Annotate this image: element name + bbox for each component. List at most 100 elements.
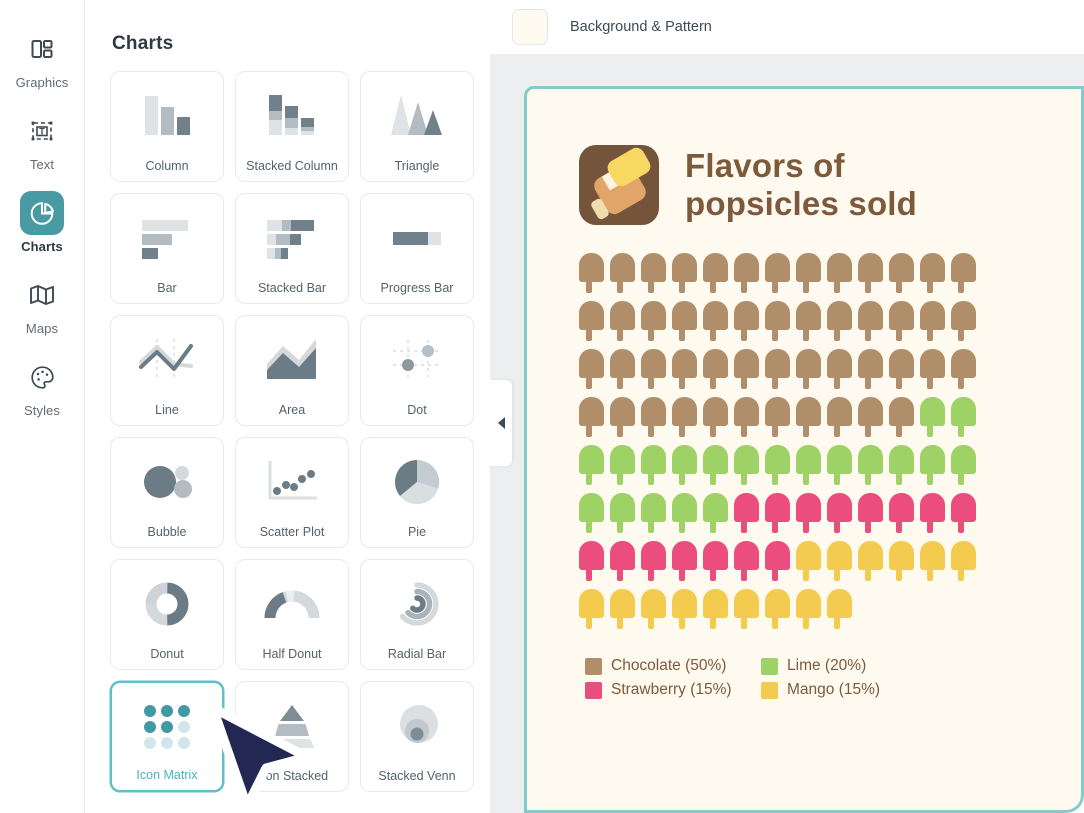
chart-tile-stacked-bar[interactable]: Stacked Bar [235, 193, 349, 304]
chart-tile-icon-stacked[interactable]: Icon Stacked [235, 681, 349, 792]
popsicle-icon [579, 589, 604, 629]
popsicle-icon [796, 589, 821, 629]
popsicle-icon [796, 445, 821, 485]
chart-tile-half-donut[interactable]: Half Donut [235, 559, 349, 670]
popsicle-icon [672, 493, 697, 533]
popsicle-icon [951, 397, 976, 437]
popsicle-icon [641, 493, 666, 533]
legend-swatch [585, 681, 602, 699]
legend-item: Strawberry (15%) [585, 681, 745, 699]
popsicle-icon [734, 541, 759, 581]
stacked-column-chart-icon [236, 72, 348, 160]
sidebar-item-charts[interactable]: Charts [0, 191, 85, 254]
popsicle-icon [765, 589, 790, 629]
chart-tile-label: Progress Bar [380, 280, 454, 295]
popsicle-icon [610, 349, 635, 389]
sidebar-item-label: Maps [25, 321, 59, 336]
popsicle-icon [951, 445, 976, 485]
palette-icon [20, 355, 64, 399]
popsicle-icon [672, 301, 697, 341]
popsicle-icon [765, 445, 790, 485]
popsicle-icon [734, 493, 759, 533]
popsicle-icon [672, 253, 697, 293]
chart-tile-column[interactable]: Column [110, 71, 224, 182]
poster-header: Flavors of popsicles sold [579, 145, 1081, 225]
chart-tile-area[interactable]: Area [235, 315, 349, 426]
popsicle-icon [610, 493, 635, 533]
scatter-plot-chart-icon [236, 438, 348, 526]
left-nav-rail: Graphics T Text Charts Maps Styles [0, 0, 85, 813]
chart-tile-bubble[interactable]: Bubble [110, 437, 224, 548]
radial-bar-chart-icon [361, 560, 473, 648]
popsicle-icon [641, 589, 666, 629]
poster-canvas[interactable]: Flavors of popsicles sold Chocolate (50%)… [524, 86, 1084, 813]
chart-tile-label: Icon Stacked [255, 768, 329, 783]
popsicle-icon [858, 445, 883, 485]
popsicle-icon [858, 493, 883, 533]
legend-swatch [585, 657, 602, 675]
chart-tile-progress-bar[interactable]: Progress Bar [360, 193, 474, 304]
popsicle-icon [703, 349, 728, 389]
chart-tile-donut[interactable]: Donut [110, 559, 224, 670]
chart-tile-label: Area [278, 402, 306, 417]
graphics-icon [20, 27, 64, 71]
popsicle-icon [703, 493, 728, 533]
sidebar-item-styles[interactable]: Styles [0, 355, 85, 418]
sidebar-item-text[interactable]: T Text [0, 109, 85, 172]
background-color-swatch[interactable] [512, 9, 548, 45]
charts-pie-icon [20, 191, 64, 235]
popsicle-icon [610, 397, 635, 437]
chart-tile-bar[interactable]: Bar [110, 193, 224, 304]
page-title: Charts [112, 33, 174, 54]
popsicle-icon [610, 253, 635, 293]
popsicle-icon [703, 253, 728, 293]
panel-collapse-handle[interactable] [490, 380, 512, 466]
chart-tile-stacked-column[interactable]: Stacked Column [235, 71, 349, 182]
chart-tile-label: Donut [150, 646, 184, 661]
popsicle-icon [858, 253, 883, 293]
chart-tile-label: Column [145, 158, 189, 173]
popsicle-icon [734, 445, 759, 485]
chart-tile-line[interactable]: Line [110, 315, 224, 426]
sidebar-item-label: Text [29, 157, 55, 172]
popsicle-icon [765, 301, 790, 341]
popsicle-icon [579, 493, 604, 533]
popsicle-icon [734, 253, 759, 293]
popsicle-icon [641, 541, 666, 581]
popsicle-icon [672, 349, 697, 389]
popsicle-icon [610, 301, 635, 341]
chart-tile-label: Line [155, 402, 179, 417]
chart-tile-dot[interactable]: Dot [360, 315, 474, 426]
legend-swatch [761, 657, 778, 675]
popsicle-icon [641, 301, 666, 341]
svg-text:T: T [39, 126, 45, 136]
legend-swatch [761, 681, 778, 699]
sidebar-item-label: Styles [23, 403, 60, 418]
popsicle-icon [889, 253, 914, 293]
chart-tile-scatter-plot[interactable]: Scatter Plot [235, 437, 349, 548]
chart-tile-stacked-venn[interactable]: Stacked Venn [360, 681, 474, 792]
chart-tile-label: Radial Bar [387, 646, 447, 661]
progress-bar-chart-icon [361, 194, 473, 282]
chart-tile-triangle[interactable]: Triangle [360, 71, 474, 182]
legend-item: Mango (15%) [761, 681, 915, 699]
popsicle-icon [734, 301, 759, 341]
stacked-bar-chart-icon [236, 194, 348, 282]
chart-tile-pie[interactable]: Pie [360, 437, 474, 548]
chart-tile-icon-matrix[interactable]: Icon Matrix [110, 681, 224, 792]
chart-tile-label: Icon Matrix [136, 767, 198, 782]
chart-legend: Chocolate (50%) Lime (20%) Strawberry (15%… [585, 657, 915, 699]
popsicle-icon [703, 541, 728, 581]
chart-tile-radial-bar[interactable]: Radial Bar [360, 559, 474, 670]
popsicle-icon [827, 301, 852, 341]
popsicle-icon [920, 493, 945, 533]
popsicle-icon [920, 253, 945, 293]
popsicle-icon [796, 493, 821, 533]
sidebar-item-maps[interactable]: Maps [0, 273, 85, 336]
popsicle-icon [858, 301, 883, 341]
preview-toolbar: Background & Pattern [490, 0, 1084, 54]
popsicle-icon [579, 541, 604, 581]
sidebar-item-graphics[interactable]: Graphics [0, 27, 85, 90]
charts-panel: Charts Column Stacked Column Triangle Ba… [86, 0, 490, 813]
legend-label: Chocolate (50%) [611, 657, 727, 674]
